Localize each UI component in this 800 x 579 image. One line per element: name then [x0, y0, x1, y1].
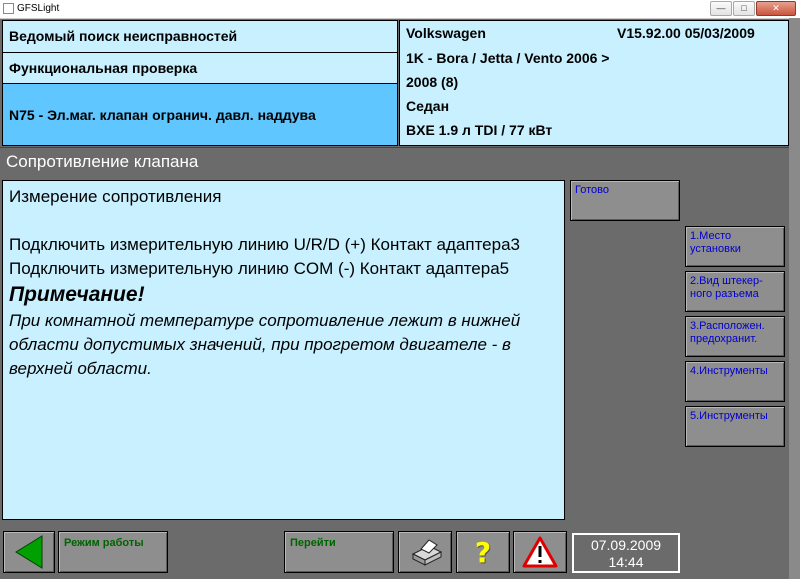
note-text: При комнатной температуре сопротивление …: [9, 311, 521, 378]
print-button[interactable]: [398, 531, 452, 573]
instructions-panel: Измерение сопротивления Подключить измер…: [2, 180, 565, 520]
right-edge-bar: [789, 18, 800, 579]
operating-mode-button[interactable]: Режим работы: [58, 531, 168, 573]
back-button[interactable]: [3, 531, 55, 573]
navigation-panel: Ведомый поиск неисправностей Функциональ…: [2, 20, 398, 146]
section-title: Сопротивление клапана: [0, 147, 789, 175]
close-button[interactable]: ✕: [756, 1, 796, 16]
instruction-connect-plus: Подключить измерительную линию U/R/D (+)…: [9, 235, 520, 254]
help-icon: ?: [474, 536, 492, 569]
vehicle-make: Volkswagen: [406, 25, 486, 41]
help-button[interactable]: ?: [456, 531, 510, 573]
fuse-location-button[interactable]: 3.Расположен. предохранит.: [685, 316, 785, 357]
operating-mode-label: Режим работы: [64, 537, 144, 549]
tools-button-5[interactable]: 5.Инструменты: [685, 406, 785, 447]
window-title: GFSLight: [17, 3, 60, 14]
maximize-button[interactable]: □: [733, 1, 755, 16]
window-titlebar: GFSLight — □ ✕: [0, 0, 800, 19]
tools-button-4[interactable]: 4.Инструменты: [685, 361, 785, 402]
note-title: Примечание!: [9, 283, 145, 306]
date-time-display: 07.09.2009 14:44: [572, 533, 680, 573]
printer-icon: [411, 539, 443, 566]
goto-label: Перейти: [290, 537, 336, 549]
vehicle-info-panel: Volkswagen V15.92.00 05/03/2009 1K - Bor…: [399, 20, 789, 146]
warning-button[interactable]: [513, 531, 567, 573]
vehicle-year: 2008 (8): [406, 74, 459, 90]
instruction-connect-com: Подключить измерительную линию COM (-) К…: [9, 259, 510, 278]
warning-icon: [522, 536, 558, 568]
vehicle-body: Седан: [406, 98, 450, 114]
back-arrow-icon: [15, 535, 43, 569]
connector-view-button[interactable]: 2.Вид штекер-ного разъема: [685, 271, 785, 312]
header-row-functional-test[interactable]: Функциональная проверка: [3, 52, 397, 83]
done-button[interactable]: Готово: [570, 180, 680, 221]
app-icon: [3, 3, 14, 14]
vehicle-engine: BXE 1.9 л TDI / 77 кВт: [406, 122, 553, 138]
installation-location-button[interactable]: 1.Место установки: [685, 226, 785, 267]
minimize-button[interactable]: —: [710, 1, 732, 16]
header-row-guided-fault-finding[interactable]: Ведомый поиск неисправностей: [3, 21, 397, 52]
instruction-heading: Измерение сопротивления: [9, 187, 222, 206]
current-time: 14:44: [608, 554, 644, 570]
vehicle-model: 1K - Bora / Jetta / Vento 2006 >: [406, 50, 610, 66]
current-date: 07.09.2009: [590, 537, 662, 553]
goto-button[interactable]: Перейти: [284, 531, 394, 573]
software-version: V15.92.00 05/03/2009: [617, 25, 755, 41]
header-row-component[interactable]: N75 - Эл.маг. клапан огранич. давл. надд…: [3, 83, 397, 145]
